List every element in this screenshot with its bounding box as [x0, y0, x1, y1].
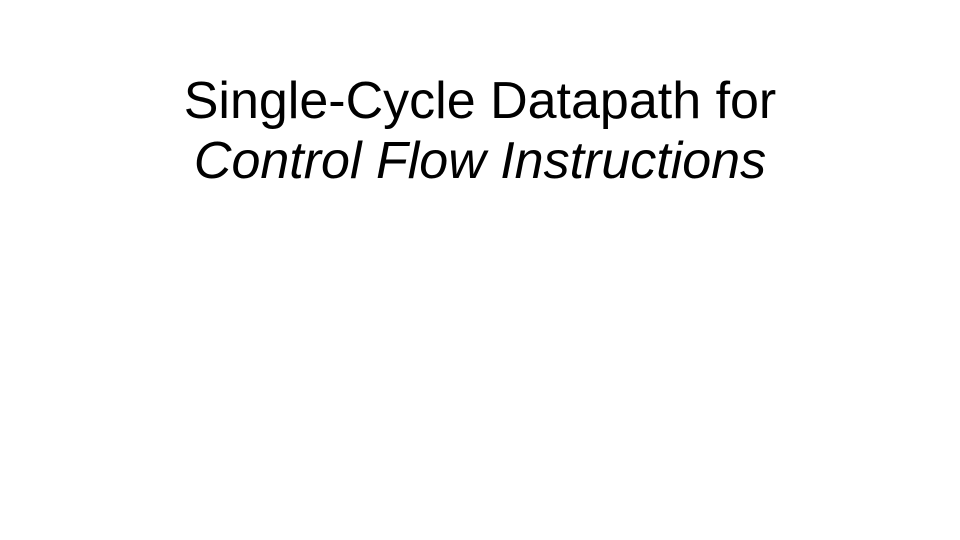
title-line-1: Single-Cycle Datapath for [0, 72, 960, 132]
title-line-2: Control Flow Instructions [0, 132, 960, 192]
slide-title: Single-Cycle Datapath for Control Flow I… [0, 72, 960, 192]
